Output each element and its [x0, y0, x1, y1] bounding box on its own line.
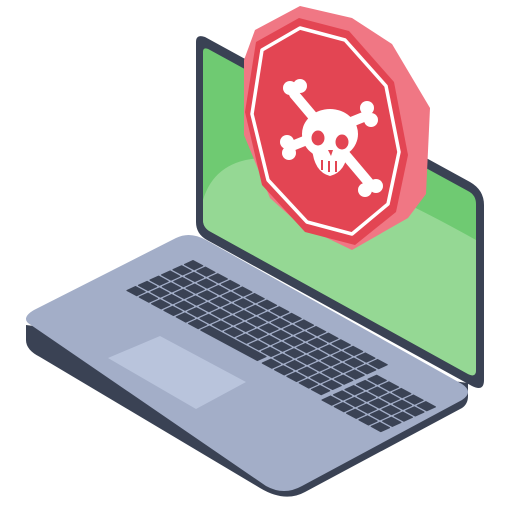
skull-eye-right [335, 134, 349, 150]
skull-eye-left [311, 130, 325, 146]
laptop-malware-illustration [26, 6, 484, 497]
